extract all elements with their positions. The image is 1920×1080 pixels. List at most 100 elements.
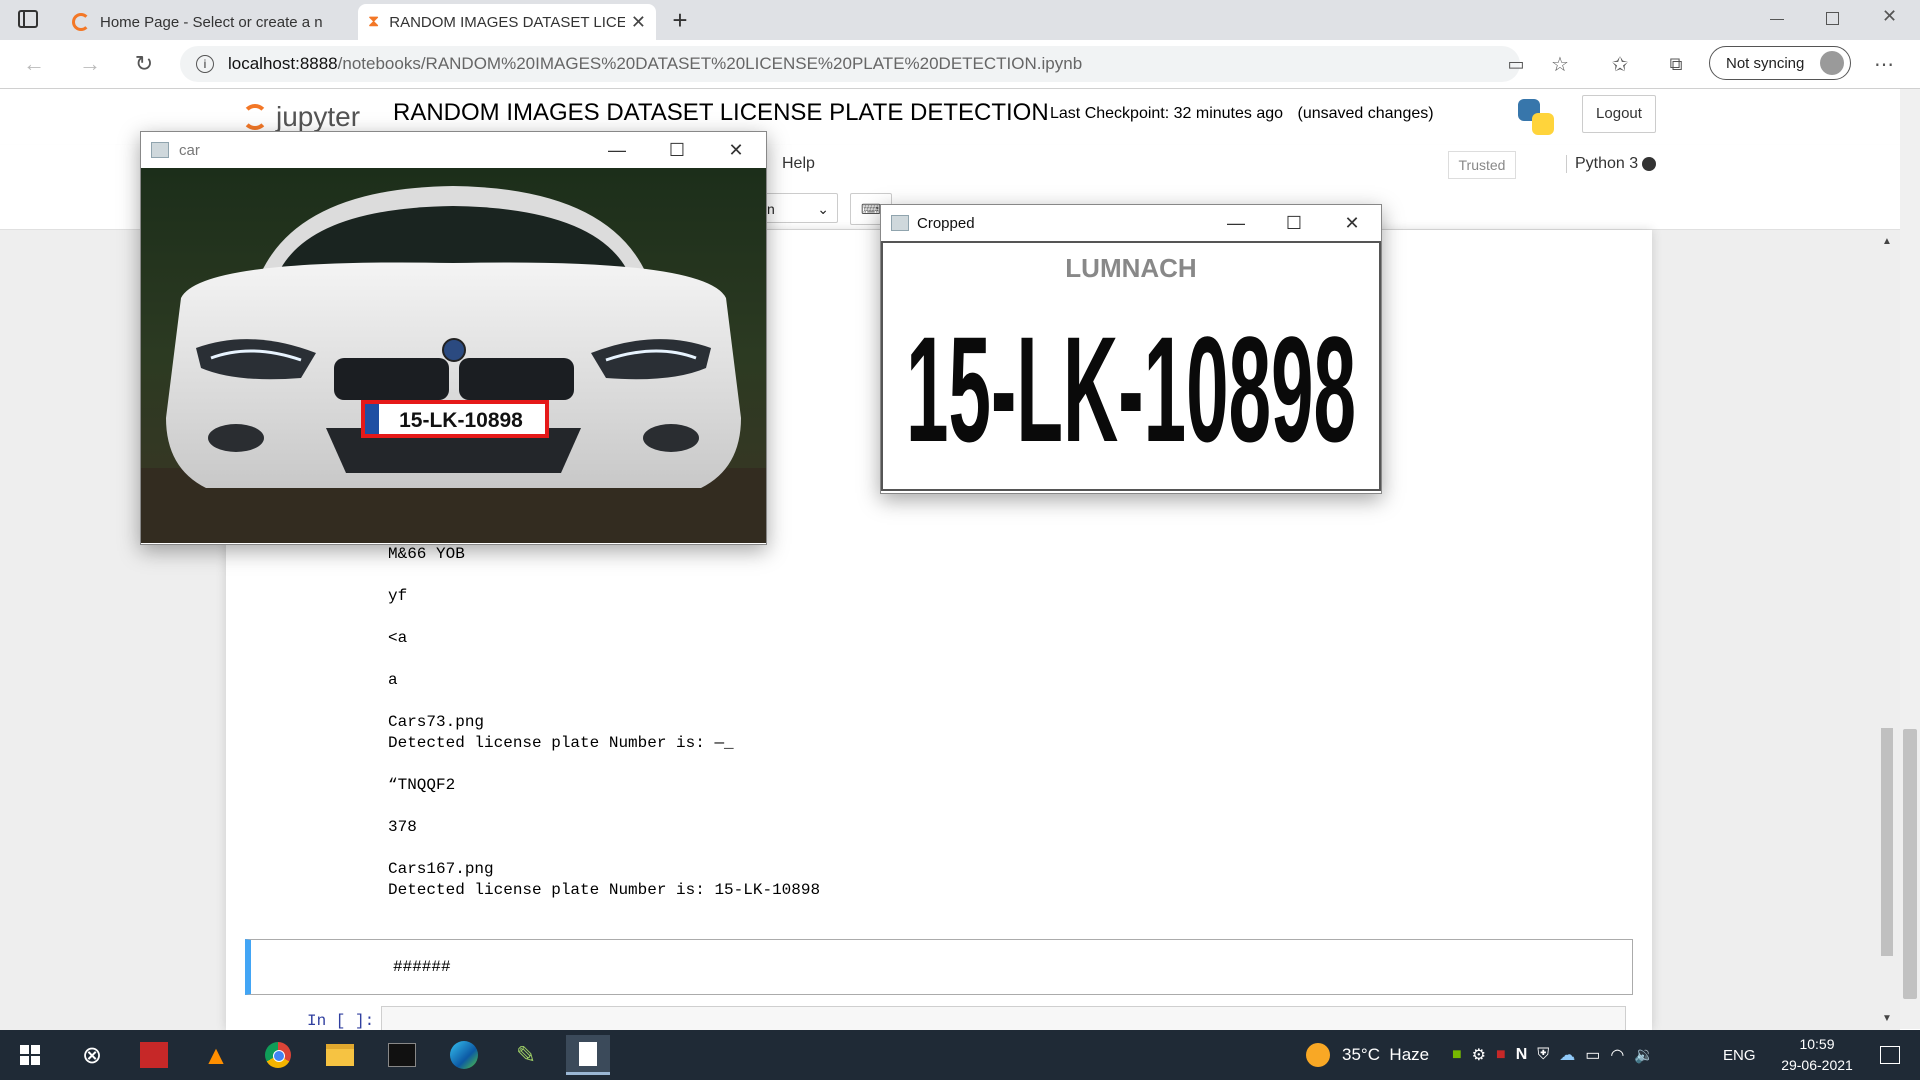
jupyter-logo-text: jupyter: [276, 101, 361, 132]
chevron-down-icon: ⌄: [817, 201, 829, 217]
close-tab-icon[interactable]: ✕: [631, 12, 646, 33]
checkpoint-status: Last Checkpoint: 32 minutes ago (unsaved…: [1050, 105, 1434, 123]
restore-window-icon[interactable]: [1826, 12, 1839, 25]
kernel-name: Python 3: [1566, 155, 1638, 173]
vlc-icon[interactable]: ▲: [194, 1035, 238, 1075]
tray-n-icon[interactable]: N: [1516, 1046, 1538, 1064]
close-window-icon[interactable]: ✕: [1882, 6, 1897, 27]
info-icon: i: [196, 55, 214, 73]
car-image: 15-LK-10898: [141, 168, 766, 543]
hourglass-icon: ⧗: [368, 13, 380, 30]
profile-sync-button[interactable]: Not syncing: [1709, 46, 1851, 80]
immersive-reader-icon[interactable]: ▭: [1502, 50, 1530, 78]
output-line: 378: [388, 818, 417, 836]
jupyter-spinner-icon: [72, 13, 90, 31]
scroll-up-icon[interactable]: ▲: [1882, 236, 1892, 247]
car-window-titlebar[interactable]: car — ☐ ✕: [141, 132, 766, 168]
browser-tab-bar: Home Page - Select or create a n ⧗ RANDO…: [0, 0, 1920, 40]
refresh-icon[interactable]: ↻: [130, 50, 158, 78]
output-line: Cars73.png: [388, 713, 485, 731]
checkpoint-text: Last Checkpoint: 32 minutes ago: [1050, 105, 1284, 122]
cropped-window-titlebar[interactable]: Cropped — ☐ ✕: [881, 205, 1381, 241]
minimize-window-icon[interactable]: [1770, 19, 1784, 20]
url-bar[interactable]: i localhost:8888/notebooks/RANDOM%20IMAG…: [180, 46, 1520, 82]
browser-address-bar: ← → ↻ i localhost:8888/notebooks/RANDOM%…: [0, 40, 1920, 89]
logout-button[interactable]: Logout: [1582, 95, 1656, 133]
unsaved-text: (unsaved changes): [1297, 105, 1434, 122]
scroll-down-icon[interactable]: ▼: [1882, 1013, 1892, 1024]
back-icon[interactable]: ←: [20, 50, 48, 78]
notifications-icon[interactable]: [1868, 1035, 1912, 1075]
start-icon[interactable]: [8, 1035, 52, 1075]
steam-icon[interactable]: ⚙: [1472, 1045, 1496, 1065]
paint-icon[interactable]: ✎: [504, 1035, 548, 1075]
notebook-scrollbar[interactable]: ▲ ▼: [1880, 236, 1894, 1026]
cropped-window[interactable]: Cropped — ☐ ✕ LUMNACH 15-LK-10898: [880, 204, 1382, 494]
car-window[interactable]: car — ☐ ✕ 15-LK-10898: [140, 131, 767, 545]
edge-icon[interactable]: [442, 1035, 486, 1075]
input-prompt: In [ ]:: [307, 1012, 375, 1030]
markdown-cell[interactable]: ######: [245, 939, 1633, 995]
cropped-window-title: Cropped: [917, 214, 975, 232]
code-cell-input[interactable]: [381, 1006, 1626, 1031]
terminal-icon[interactable]: [380, 1035, 424, 1075]
cropped-plate-image: LUMNACH 15-LK-10898: [881, 241, 1381, 491]
cropped-plate-text: 15-LK-10898: [906, 305, 1356, 473]
minimize-icon[interactable]: —: [588, 132, 646, 168]
wifi-icon[interactable]: ◠: [1610, 1045, 1634, 1065]
clock[interactable]: 10:59 29-06-2021: [1762, 1034, 1872, 1076]
battery-icon[interactable]: ▭: [1585, 1045, 1610, 1065]
notebook-title[interactable]: RANDOM IMAGES DATASET LICENSE PLATE DETE…: [393, 99, 1049, 127]
weather-text: 35°C Haze: [1342, 1045, 1430, 1064]
add-favorite-icon[interactable]: ☆: [1546, 50, 1574, 78]
url-host: localhost:8888: [228, 54, 338, 73]
game-app-icon[interactable]: [132, 1035, 176, 1075]
volume-icon[interactable]: 🔉: [1634, 1045, 1664, 1065]
output-line: Detected license plate Number is: —_: [388, 734, 734, 752]
nvidia-icon[interactable]: ■: [1452, 1046, 1472, 1064]
scrollbar-thumb[interactable]: [1881, 728, 1893, 956]
tray-app-icon[interactable]: ■: [1496, 1046, 1516, 1064]
maximize-icon[interactable]: ☐: [1265, 205, 1323, 241]
close-icon[interactable]: ✕: [1323, 205, 1381, 241]
maximize-icon[interactable]: ☐: [648, 132, 706, 168]
forward-icon[interactable]: →: [76, 50, 104, 78]
menu-help[interactable]: Help: [782, 155, 815, 173]
sync-label: Not syncing: [1726, 54, 1805, 72]
markdown-cell-text: ######: [393, 958, 451, 976]
trusted-indicator[interactable]: Trusted: [1448, 151, 1516, 179]
favorites-icon[interactable]: ✩: [1606, 50, 1634, 78]
tab-actions-icon[interactable]: [18, 10, 38, 28]
more-options-icon[interactable]: ⋯: [1870, 50, 1898, 78]
close-icon[interactable]: ✕: [707, 132, 765, 168]
cloud-icon[interactable]: ☁: [1559, 1045, 1585, 1065]
collections-icon[interactable]: ⧉: [1662, 50, 1690, 78]
notepad-icon[interactable]: [566, 1035, 610, 1075]
system-tray-icons[interactable]: ■ ⚙ ■ N ⛨ ☁ ▭ ◠ 🔉: [1452, 1030, 1664, 1080]
cell-type-value: n: [767, 201, 775, 217]
python-logo-icon: [1518, 99, 1554, 135]
kernel-status-icon: [1642, 157, 1656, 171]
minimize-icon[interactable]: —: [1207, 205, 1265, 241]
tab-notebook[interactable]: ⧗ RANDOM IMAGES DATASET LICE ✕: [358, 4, 656, 40]
chrome-icon[interactable]: [256, 1035, 300, 1075]
xbox-icon[interactable]: ⊗: [70, 1035, 114, 1075]
file-explorer-icon[interactable]: [318, 1035, 362, 1075]
language-indicator[interactable]: ENG: [1723, 1030, 1756, 1080]
security-icon[interactable]: ⛨: [1537, 1046, 1559, 1064]
weather-widget[interactable]: 35°C Haze: [1306, 1030, 1429, 1080]
cropped-plate-top-text: LUMNACH: [1065, 253, 1196, 283]
new-tab-button[interactable]: +: [664, 4, 696, 36]
output-line: Cars167.png: [388, 860, 494, 878]
url-path: /notebooks/RANDOM%20IMAGES%20DATASET%20L…: [337, 54, 1083, 73]
page-scrollbar[interactable]: [1900, 89, 1920, 1029]
car-window-title: car: [179, 141, 200, 159]
output-line: yf: [388, 587, 408, 605]
output-line: “TNQQF2: [388, 776, 456, 794]
tab-home-page[interactable]: Home Page - Select or create a n: [62, 4, 354, 40]
weather-sun-icon: [1306, 1043, 1330, 1067]
windows-taskbar: ⊗ ▲ ✎ 35°C Haze ■ ⚙ ■ N ⛨ ☁ ▭ ◠ 🔉 ENG 10…: [0, 1030, 1920, 1080]
output-line: a: [388, 671, 398, 689]
scrollbar-thumb[interactable]: [1903, 729, 1917, 999]
tab-label: Home Page - Select or create a n: [100, 13, 323, 31]
